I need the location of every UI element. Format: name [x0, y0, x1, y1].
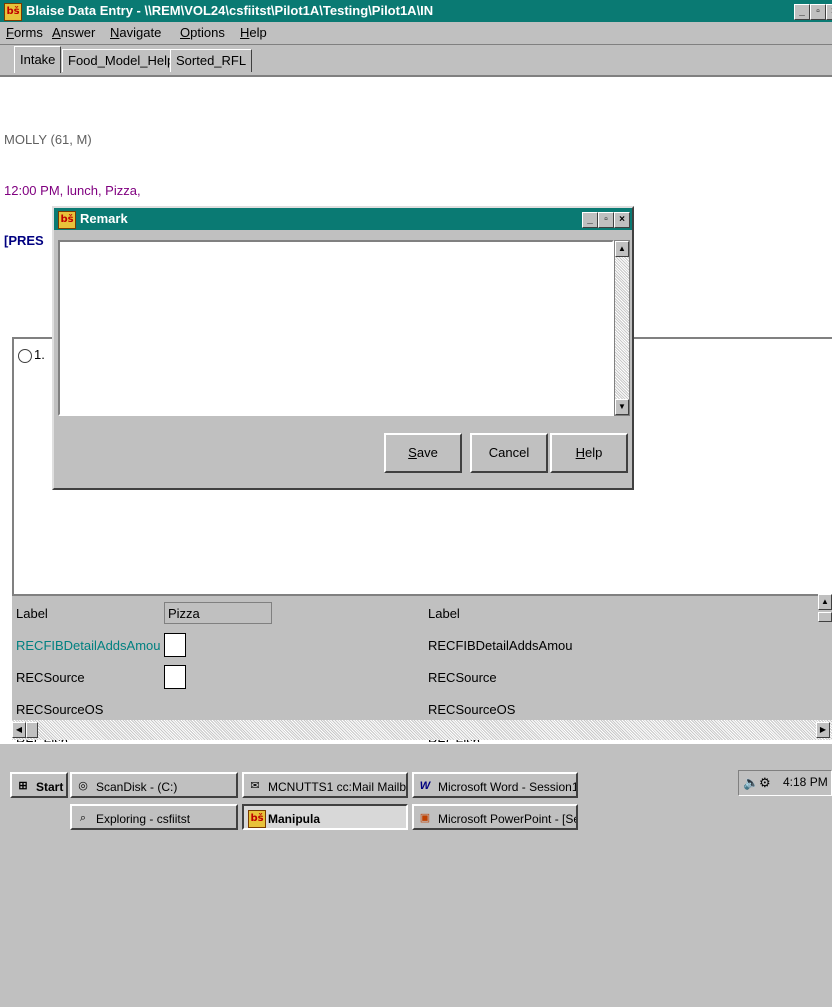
taskbar-powerpoint[interactable]: ▣ Microsoft PowerPoint - [Se... [412, 804, 578, 830]
explorer-icon: ⌕ [79, 812, 87, 824]
taskbar: ⊞ Start ◎ ScanDisk - (C:) ✉ MCNUTTS1 cc:… [0, 742, 832, 1007]
remark-maximize-button[interactable]: ▫ [598, 212, 614, 228]
scroll-left-icon[interactable]: ◀ [12, 722, 26, 738]
blaise-icon: bš [248, 810, 266, 828]
menu-help[interactable]: Help [240, 25, 267, 40]
mail-icon: ✉ [250, 780, 260, 792]
grid-label: Label [16, 606, 48, 621]
system-tray: 🔈 ⚙ 4:18 PM [738, 770, 832, 796]
grid-row: Label Pizza Label [12, 602, 822, 626]
clock[interactable]: 4:18 PM [783, 775, 828, 789]
window-title: Blaise Data Entry - \\REM\VOL24\csfiitst… [26, 3, 434, 18]
question-prompt: [PRES [4, 233, 44, 248]
remark-minimize-button[interactable]: _ [582, 212, 598, 228]
hscroll-thumb[interactable] [26, 722, 38, 738]
scroll-up-icon[interactable]: ▲ [818, 594, 832, 610]
tab-strip: Intake Food_Model_Help Sorted_RFL [0, 45, 832, 75]
grid-label-right: RECSource [428, 670, 497, 685]
remark-dialog: bš Remark _ ▫ × ▲ ▼ Save Cancel Help [52, 206, 634, 490]
remark-title-bar[interactable]: bš Remark _ ▫ × [54, 208, 632, 230]
scandisk-icon: ◎ [78, 780, 88, 792]
grid-label-right: RECSourceOS [428, 702, 516, 717]
grid-label: RECSourceOS [16, 702, 104, 717]
tab-food-model-help[interactable]: Food_Model_Help [62, 49, 181, 72]
scroll-up-icon[interactable]: ▲ [615, 241, 629, 257]
grid-horizontal-scrollbar[interactable]: ◀ ▶ [12, 720, 832, 740]
grid-input-box[interactable] [164, 633, 186, 657]
taskbar-exploring[interactable]: ⌕ Exploring - csfiitst [70, 804, 238, 830]
maximize-button[interactable]: ▫ [810, 4, 826, 20]
start-button[interactable]: ⊞ Start [10, 772, 68, 798]
tab-sorted-rfl[interactable]: Sorted_RFL [170, 49, 253, 72]
remark-title: Remark [80, 211, 128, 226]
word-icon: W [419, 780, 431, 792]
remark-close-button[interactable]: × [614, 212, 630, 228]
remark-text-area[interactable] [58, 240, 614, 416]
blaise-icon: bš [58, 211, 76, 229]
minimize-button[interactable]: _ [794, 4, 810, 20]
grid-label-right: RECFIBDetailAddsAmou [428, 638, 573, 653]
grid-label-right: Label [428, 606, 460, 621]
respondent-info: MOLLY (61, M) [4, 132, 92, 147]
menu-navigate[interactable]: Navigate [110, 25, 161, 40]
help-button[interactable]: Help [550, 433, 628, 473]
blaise-icon: bš [4, 3, 22, 21]
grid-label: RECSource [16, 670, 85, 685]
cancel-button[interactable]: Cancel [470, 433, 548, 473]
close-button[interactable]: × [826, 4, 832, 20]
menu-bar: Forms Answer Navigate Options Help [0, 22, 832, 45]
scroll-right-icon[interactable]: ▶ [816, 722, 830, 738]
taskbar-scandisk[interactable]: ◎ ScanDisk - (C:) [70, 772, 238, 798]
network-icon[interactable]: ⚙ [759, 775, 771, 791]
grid-input-box[interactable] [164, 665, 186, 689]
scroll-down-icon[interactable]: ▼ [615, 399, 629, 415]
taskbar-ccmail[interactable]: ✉ MCNUTTS1 cc:Mail Mailb... [242, 772, 408, 798]
grid-value-field[interactable]: Pizza [164, 602, 272, 624]
field-grid: Label Pizza Label RECFIBDetailAddsAmou R… [12, 594, 822, 845]
windows-logo-icon: ⊞ [18, 780, 28, 792]
answer-option-label: 1. [34, 347, 45, 362]
powerpoint-icon: ▣ [419, 812, 431, 824]
grid-label: RECFIBDetailAddsAmou [16, 638, 161, 653]
menu-options[interactable]: Options [180, 25, 225, 40]
menu-answer[interactable]: Answer [52, 25, 95, 40]
remark-scrollbar[interactable]: ▲ ▼ [614, 240, 630, 416]
grid-row: RECSource RECSource [12, 665, 822, 690]
taskbar-word[interactable]: W Microsoft Word - Session1.... [412, 772, 578, 798]
scroll-thumb[interactable] [818, 612, 832, 622]
grid-row: RECFIBDetailAddsAmou RECFIBDetailAddsAmo… [12, 633, 822, 658]
menu-forms[interactable]: Forms [6, 25, 43, 40]
grid-vertical-scrollbar[interactable]: ▲ [818, 594, 832, 720]
save-button[interactable]: Save [384, 433, 462, 473]
taskbar-manipula[interactable]: bš Manipula [242, 804, 408, 830]
grid-row: RECSourceOS RECSourceOS [12, 698, 822, 722]
tab-intake[interactable]: Intake [14, 46, 62, 73]
window-title-bar[interactable]: bš Blaise Data Entry - \\REM\VOL24\csfii… [0, 0, 832, 22]
volume-icon[interactable]: 🔈 [743, 775, 759, 791]
meal-context: 12:00 PM, lunch, Pizza, [4, 183, 141, 198]
answer-radio-1[interactable] [18, 349, 32, 363]
